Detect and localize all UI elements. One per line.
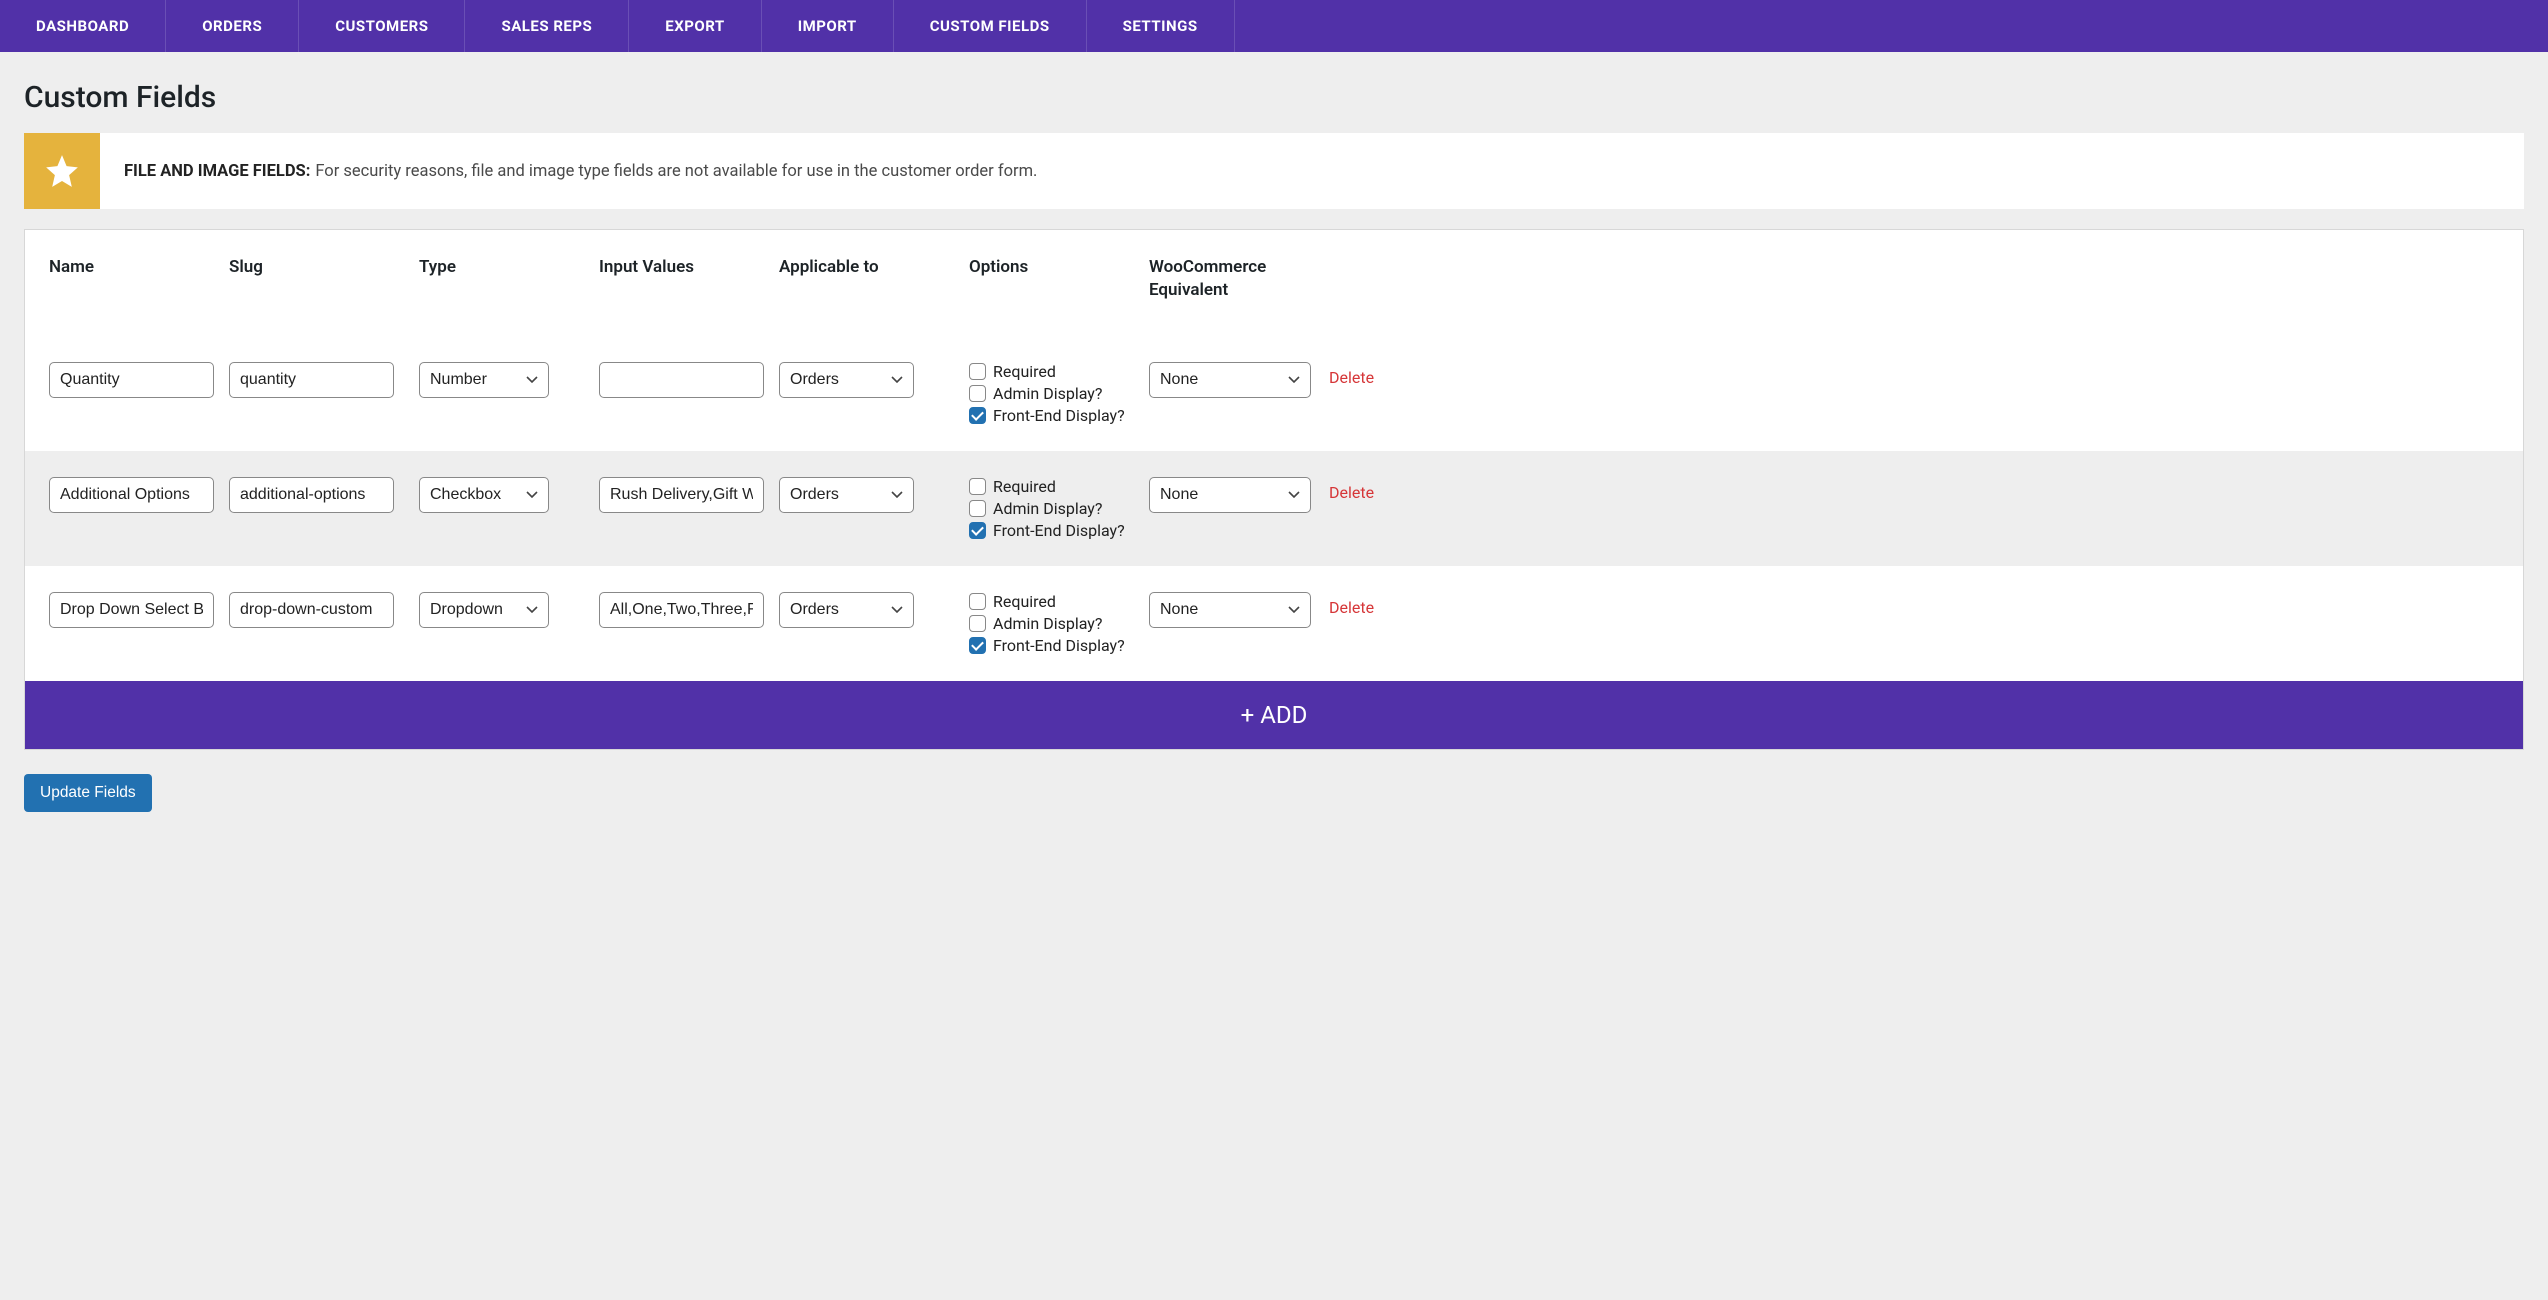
front-end-display-checkbox[interactable] bbox=[969, 637, 986, 654]
admin-display-checkbox[interactable] bbox=[969, 615, 986, 632]
admin-display-checkbox[interactable] bbox=[969, 500, 986, 517]
option-label: Required bbox=[993, 477, 1056, 496]
options-list: Required Admin Display? Front-End Displa… bbox=[969, 477, 1149, 540]
front-end-display-checkbox[interactable] bbox=[969, 407, 986, 424]
header-name: Name bbox=[49, 256, 229, 279]
fields-box: Name Slug Type Input Values Applicable t… bbox=[24, 229, 2524, 750]
option-label: Admin Display? bbox=[993, 614, 1102, 633]
type-select[interactable]: Checkbox bbox=[419, 477, 549, 513]
type-select[interactable]: Dropdown bbox=[419, 592, 549, 628]
nav-customers[interactable]: CUSTOMERS bbox=[299, 0, 465, 52]
notice-body: FILE AND IMAGE FIELDS: For security reas… bbox=[100, 133, 1061, 209]
main-nav: DASHBOARD ORDERS CUSTOMERS SALES REPS EX… bbox=[0, 0, 2548, 52]
type-select[interactable]: Number bbox=[419, 362, 549, 398]
update-fields-button[interactable]: Update Fields bbox=[24, 774, 152, 812]
options-list: Required Admin Display? Front-End Displa… bbox=[969, 362, 1149, 425]
nav-sales-reps[interactable]: SALES REPS bbox=[465, 0, 629, 52]
header-woo: WooCommerce Equivalent bbox=[1149, 256, 1329, 302]
page-content: Custom Fields FILE AND IMAGE FIELDS: For… bbox=[0, 52, 2548, 836]
nav-import[interactable]: IMPORT bbox=[762, 0, 894, 52]
header-slug: Slug bbox=[229, 256, 419, 279]
name-input[interactable] bbox=[49, 477, 214, 513]
woo-select[interactable]: None bbox=[1149, 362, 1311, 398]
option-label: Admin Display? bbox=[993, 384, 1102, 403]
nav-settings[interactable]: SETTINGS bbox=[1087, 0, 1235, 52]
nav-orders[interactable]: ORDERS bbox=[166, 0, 299, 52]
header-input-values: Input Values bbox=[599, 256, 779, 279]
option-label: Admin Display? bbox=[993, 499, 1102, 518]
option-label: Required bbox=[993, 592, 1056, 611]
slug-input[interactable] bbox=[229, 362, 394, 398]
required-checkbox[interactable] bbox=[969, 593, 986, 610]
required-checkbox[interactable] bbox=[969, 478, 986, 495]
field-row: Dropdown Orders Required Admin Display? … bbox=[25, 566, 2523, 681]
nav-export[interactable]: EXPORT bbox=[629, 0, 761, 52]
options-list: Required Admin Display? Front-End Displa… bbox=[969, 592, 1149, 655]
notice-title: FILE AND IMAGE FIELDS: bbox=[124, 162, 310, 181]
info-notice: FILE AND IMAGE FIELDS: For security reas… bbox=[24, 133, 2524, 209]
page-title: Custom Fields bbox=[24, 80, 2524, 115]
front-end-display-checkbox[interactable] bbox=[969, 522, 986, 539]
input-values-input[interactable] bbox=[599, 362, 764, 398]
woo-select[interactable]: None bbox=[1149, 477, 1311, 513]
applicable-to-select[interactable]: Orders bbox=[779, 362, 914, 398]
header-applicable-to: Applicable to bbox=[779, 256, 969, 279]
name-input[interactable] bbox=[49, 592, 214, 628]
option-label: Front-End Display? bbox=[993, 636, 1125, 655]
header-options: Options bbox=[969, 256, 1149, 279]
nav-custom-fields[interactable]: CUSTOM FIELDS bbox=[894, 0, 1087, 52]
field-row: Number Orders Required Admin Display? Fr… bbox=[25, 336, 2523, 451]
notice-text: For security reasons, file and image typ… bbox=[315, 162, 1037, 181]
slug-input[interactable] bbox=[229, 477, 394, 513]
applicable-to-select[interactable]: Orders bbox=[779, 477, 914, 513]
applicable-to-select[interactable]: Orders bbox=[779, 592, 914, 628]
woo-select[interactable]: None bbox=[1149, 592, 1311, 628]
slug-input[interactable] bbox=[229, 592, 394, 628]
add-button[interactable]: + ADD bbox=[25, 681, 2523, 749]
header-type: Type bbox=[419, 256, 599, 279]
input-values-input[interactable] bbox=[599, 592, 764, 628]
delete-link[interactable]: Delete bbox=[1329, 477, 1409, 502]
field-row: Checkbox Orders Required Admin Display? … bbox=[25, 451, 2523, 566]
name-input[interactable] bbox=[49, 362, 214, 398]
admin-display-checkbox[interactable] bbox=[969, 385, 986, 402]
option-label: Front-End Display? bbox=[993, 521, 1125, 540]
delete-link[interactable]: Delete bbox=[1329, 362, 1409, 387]
input-values-input[interactable] bbox=[599, 477, 764, 513]
fields-header-row: Name Slug Type Input Values Applicable t… bbox=[25, 230, 2523, 336]
nav-dashboard[interactable]: DASHBOARD bbox=[0, 0, 166, 52]
required-checkbox[interactable] bbox=[969, 363, 986, 380]
option-label: Required bbox=[993, 362, 1056, 381]
delete-link[interactable]: Delete bbox=[1329, 592, 1409, 617]
star-icon bbox=[24, 133, 100, 209]
option-label: Front-End Display? bbox=[993, 406, 1125, 425]
